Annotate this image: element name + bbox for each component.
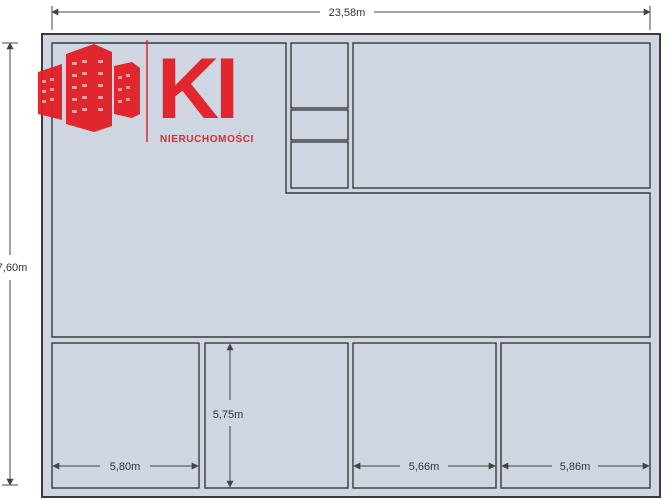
- small-room-1: [290, 42, 349, 109]
- top-width-label: 23,58m: [329, 7, 366, 19]
- room-d-width-label: 5,86m: [560, 461, 591, 473]
- room-b-height-label: 5,75m: [213, 409, 244, 421]
- room-c-width-label: 5,66m: [409, 461, 440, 473]
- small-room-2: [290, 109, 349, 141]
- small-room-3: [290, 141, 349, 189]
- floor-plan: 23,58m 7,60m 5,80m 5,75m 5,66m 5,86m: [0, 6, 661, 498]
- logo-subtitle: NIERUCHOMOŚCI: [160, 132, 254, 145]
- upper-right-room: [352, 42, 651, 189]
- logo-letters: KI: [157, 41, 235, 137]
- left-height-label: 7,60m: [0, 262, 27, 274]
- room-a-width-label: 5,80m: [110, 461, 141, 473]
